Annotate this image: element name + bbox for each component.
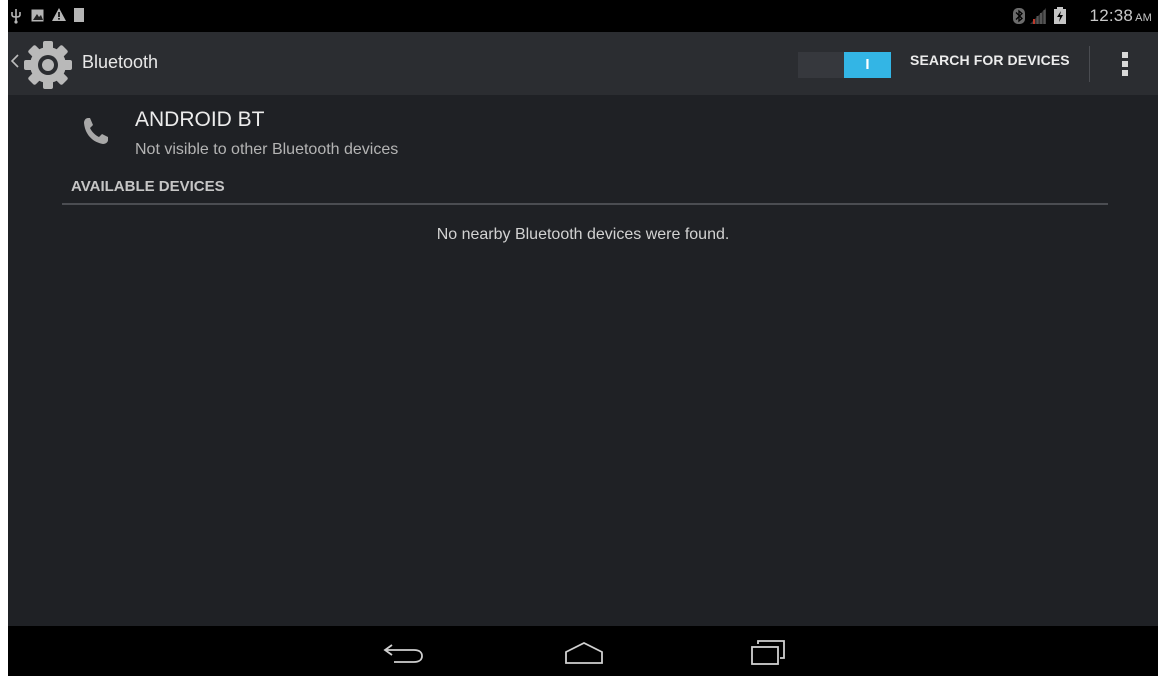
- overflow-dot: [1122, 70, 1128, 76]
- device-visibility-status: Not visible to other Bluetooth devices: [135, 141, 399, 158]
- chevron-left-icon: [11, 54, 19, 68]
- usb-icon: [11, 9, 21, 24]
- action-bar-divider: [1089, 46, 1090, 82]
- navigation-bar: [8, 626, 1158, 676]
- sd-card-icon: [74, 8, 84, 22]
- up-navigation-button[interactable]: Bluetooth: [8, 32, 178, 95]
- empty-state-message: No nearby Bluetooth devices were found.: [436, 226, 730, 243]
- clock-time: 12:38: [1089, 6, 1134, 25]
- search-for-devices-button[interactable]: SEARCH FOR DEVICES: [910, 52, 1070, 68]
- clock: 12:38 AM: [1090, 6, 1152, 26]
- signal-icon: [1030, 8, 1046, 24]
- local-device-item[interactable]: ANDROID BT Not visible to other Bluetoot…: [78, 104, 778, 164]
- recents-icon[interactable]: [748, 638, 788, 668]
- bluetooth-icon: [1013, 8, 1025, 24]
- overflow-menu-button[interactable]: [1118, 48, 1136, 80]
- status-bar: 12:38 AM: [8, 0, 1158, 32]
- toggle-thumb: I: [844, 52, 891, 78]
- image-icon: [31, 9, 44, 22]
- phone-icon: [84, 118, 108, 144]
- home-icon[interactable]: [562, 640, 606, 666]
- available-devices-header: AVAILABLE DEVICES: [71, 178, 225, 195]
- bluetooth-toggle[interactable]: I: [798, 52, 891, 78]
- device-name: ANDROID BT: [135, 108, 265, 131]
- section-divider: [62, 203, 1108, 205]
- action-bar: Bluetooth I SEARCH FOR DEVICES: [8, 32, 1158, 95]
- warning-icon: [52, 8, 66, 21]
- overflow-dot: [1122, 52, 1128, 58]
- screen: 12:38 AM Bluetooth I SEARCH FOR DEVICES …: [8, 0, 1158, 676]
- clock-ampm: AM: [1135, 12, 1152, 24]
- page-title: Bluetooth: [82, 52, 159, 72]
- battery-icon: [1054, 7, 1066, 24]
- overflow-dot: [1122, 61, 1128, 67]
- back-icon[interactable]: [382, 640, 426, 666]
- settings-gear-icon: [24, 41, 72, 89]
